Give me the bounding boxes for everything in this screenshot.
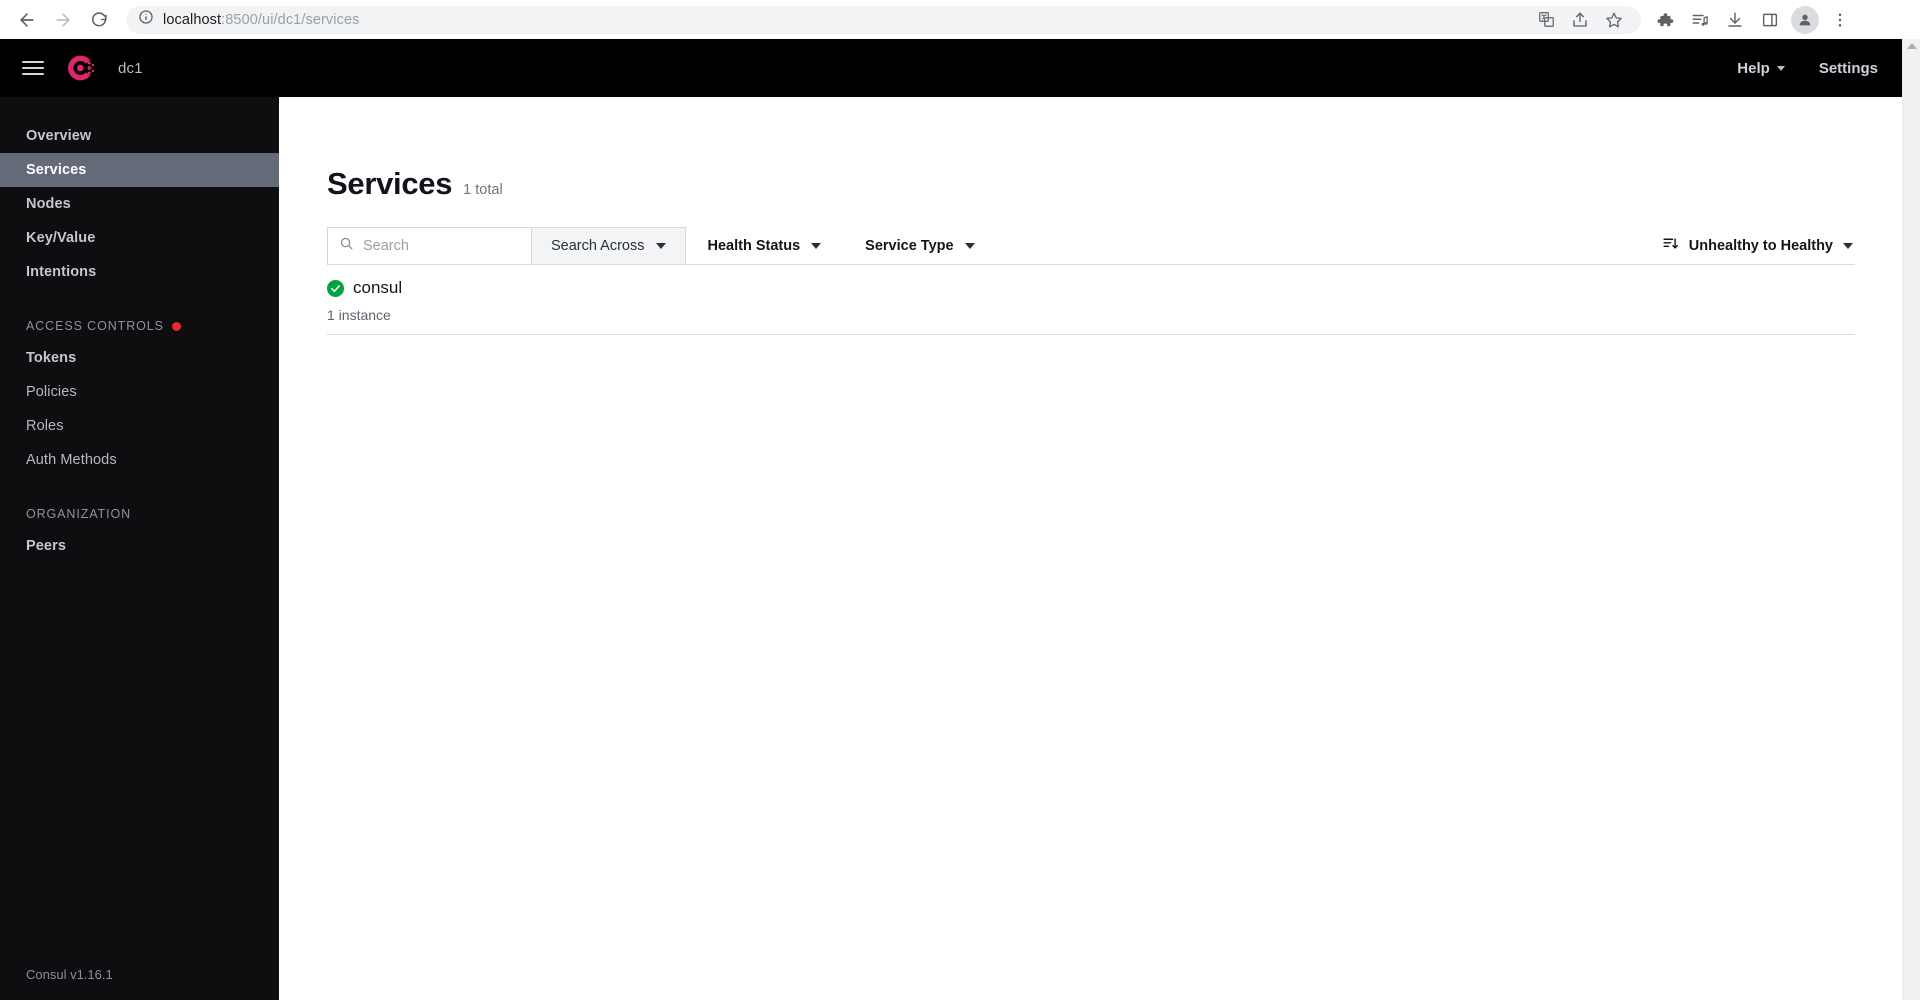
sidebar-organization-list: Peers: [0, 525, 279, 563]
sidebar: Overview Services Nodes Key/Value Intent…: [0, 97, 279, 1000]
hamburger-menu-icon[interactable]: [22, 61, 44, 75]
site-info-icon[interactable]: [138, 9, 154, 30]
service-type-dropdown[interactable]: Service Type: [843, 227, 996, 264]
search-box[interactable]: [327, 227, 532, 264]
star-bookmark-icon[interactable]: [1599, 5, 1629, 35]
sidebar-access-controls-list: Tokens Policies Roles Auth Methods: [0, 337, 279, 477]
download-icon[interactable]: [1719, 4, 1751, 36]
settings-link[interactable]: Settings: [1819, 60, 1878, 77]
reload-icon[interactable]: [82, 3, 116, 37]
sidebar-item-label: Roles: [26, 418, 64, 434]
sidebar-item-label: Intentions: [26, 264, 97, 280]
sidebar-item-services[interactable]: Services: [0, 153, 279, 187]
browser-nav-buttons: [10, 3, 116, 37]
chevron-down-icon: [811, 242, 822, 249]
sidebar-item-key-value[interactable]: Key/Value: [0, 221, 279, 255]
three-dot-menu-icon[interactable]: [1824, 4, 1856, 36]
sidebar-item-label: Policies: [26, 384, 77, 400]
consul-app: dc1 Help Settings Overview Services Node…: [0, 39, 1902, 1000]
chevron-down-icon: [964, 242, 975, 249]
search-input[interactable]: [363, 238, 513, 254]
sidebar-item-intentions[interactable]: Intentions: [0, 255, 279, 289]
sidebar-item-label: Auth Methods: [26, 452, 117, 468]
top-nav-right: Help Settings: [1737, 60, 1878, 77]
sidebar-item-overview[interactable]: Overview: [0, 119, 279, 153]
sidebar-item-auth-methods[interactable]: Auth Methods: [0, 443, 279, 477]
page-scrollbar[interactable]: [1902, 39, 1920, 1000]
search-magnifier-icon: [339, 236, 354, 256]
help-label: Help: [1737, 59, 1770, 77]
chevron-down-icon: [655, 243, 666, 249]
sidebar-item-nodes[interactable]: Nodes: [0, 187, 279, 221]
scroll-up-arrow-icon[interactable]: [1906, 43, 1917, 49]
sidebar-item-roles[interactable]: Roles: [0, 409, 279, 443]
check-circle-icon: [327, 279, 344, 297]
sidebar-item-policies[interactable]: Policies: [0, 375, 279, 409]
url-path: :8500/ui/dc1/services: [221, 11, 360, 28]
sidebar-section-title: ORGANIZATION: [26, 507, 132, 521]
consul-logo-icon[interactable]: [64, 52, 96, 84]
main-content: Services 1 total Search Across Health St…: [279, 97, 1902, 1000]
search-across-dropdown[interactable]: Search Across: [532, 227, 686, 264]
service-list: consul 1 instance: [327, 265, 1855, 335]
puzzle-extensions-icon[interactable]: [1649, 4, 1681, 36]
service-name: consul: [353, 278, 403, 297]
page-total-count: 1 total: [463, 182, 503, 198]
service-title-line: consul: [327, 278, 1855, 298]
sort-label: Unhealthy to Healthy: [1688, 237, 1833, 254]
address-bar-text: localhost:8500/ui/dc1/services: [163, 12, 359, 28]
service-list-item[interactable]: consul 1 instance: [327, 265, 1855, 335]
service-instance-count: 1 instance: [327, 307, 391, 323]
sidebar-section-access-controls: ACCESS CONTROLS: [0, 315, 279, 337]
sidebar-item-label: Peers: [26, 538, 67, 554]
sidebar-item-label: Nodes: [26, 196, 71, 212]
back-arrow-icon[interactable]: [10, 3, 44, 37]
profile-avatar-icon[interactable]: [1789, 4, 1821, 36]
app-top-nav: dc1 Help Settings: [0, 39, 1902, 97]
avatar: [1791, 5, 1819, 34]
sidebar-section-title: ACCESS CONTROLS: [26, 319, 164, 333]
chevron-down-icon: [1843, 242, 1853, 249]
translate-icon[interactable]: [1531, 5, 1561, 35]
page-title: Services: [327, 166, 453, 201]
service-type-label: Service Type: [865, 237, 954, 254]
browser-toolbar: localhost:8500/ui/dc1/services: [0, 0, 1920, 39]
sidebar-section-organization: ORGANIZATION: [0, 503, 279, 525]
filter-bar: Search Across Health Status Service Type…: [327, 227, 1855, 265]
sidebar-primary-list: Overview Services Nodes Key/Value Intent…: [0, 97, 279, 289]
help-menu[interactable]: Help: [1737, 60, 1785, 77]
sidebar-item-label: Overview: [26, 128, 92, 144]
sidebar-item-label: Tokens: [26, 350, 77, 366]
share-icon[interactable]: [1565, 5, 1595, 35]
forward-arrow-icon[interactable]: [46, 3, 80, 37]
url-host: localhost: [163, 11, 222, 28]
address-bar[interactable]: localhost:8500/ui/dc1/services: [126, 5, 1641, 35]
health-status-label: Health Status: [707, 237, 801, 254]
sidebar-item-label: Key/Value: [26, 230, 96, 246]
side-panel-icon[interactable]: [1754, 4, 1786, 36]
settings-label: Settings: [1818, 59, 1878, 77]
sidebar-item-label: Services: [26, 162, 87, 178]
sidebar-item-tokens[interactable]: Tokens: [0, 341, 279, 375]
chevron-down-icon: [1776, 65, 1785, 71]
browser-action-icons: [1649, 4, 1856, 36]
consul-version-label: Consul v1.16.1: [26, 967, 113, 982]
sort-dropdown[interactable]: Unhealthy to Healthy: [1662, 227, 1855, 264]
page-header: Services 1 total: [279, 97, 1902, 202]
omnibox-icons: [1531, 5, 1629, 35]
health-status-dropdown[interactable]: Health Status: [686, 227, 844, 264]
media-playlist-icon[interactable]: [1684, 4, 1716, 36]
datacenter-label[interactable]: dc1: [118, 60, 143, 77]
search-across-label: Search Across: [551, 238, 645, 254]
alert-dot-icon: [171, 321, 181, 331]
sort-descending-icon: [1662, 235, 1679, 256]
sidebar-item-peers[interactable]: Peers: [0, 529, 279, 563]
